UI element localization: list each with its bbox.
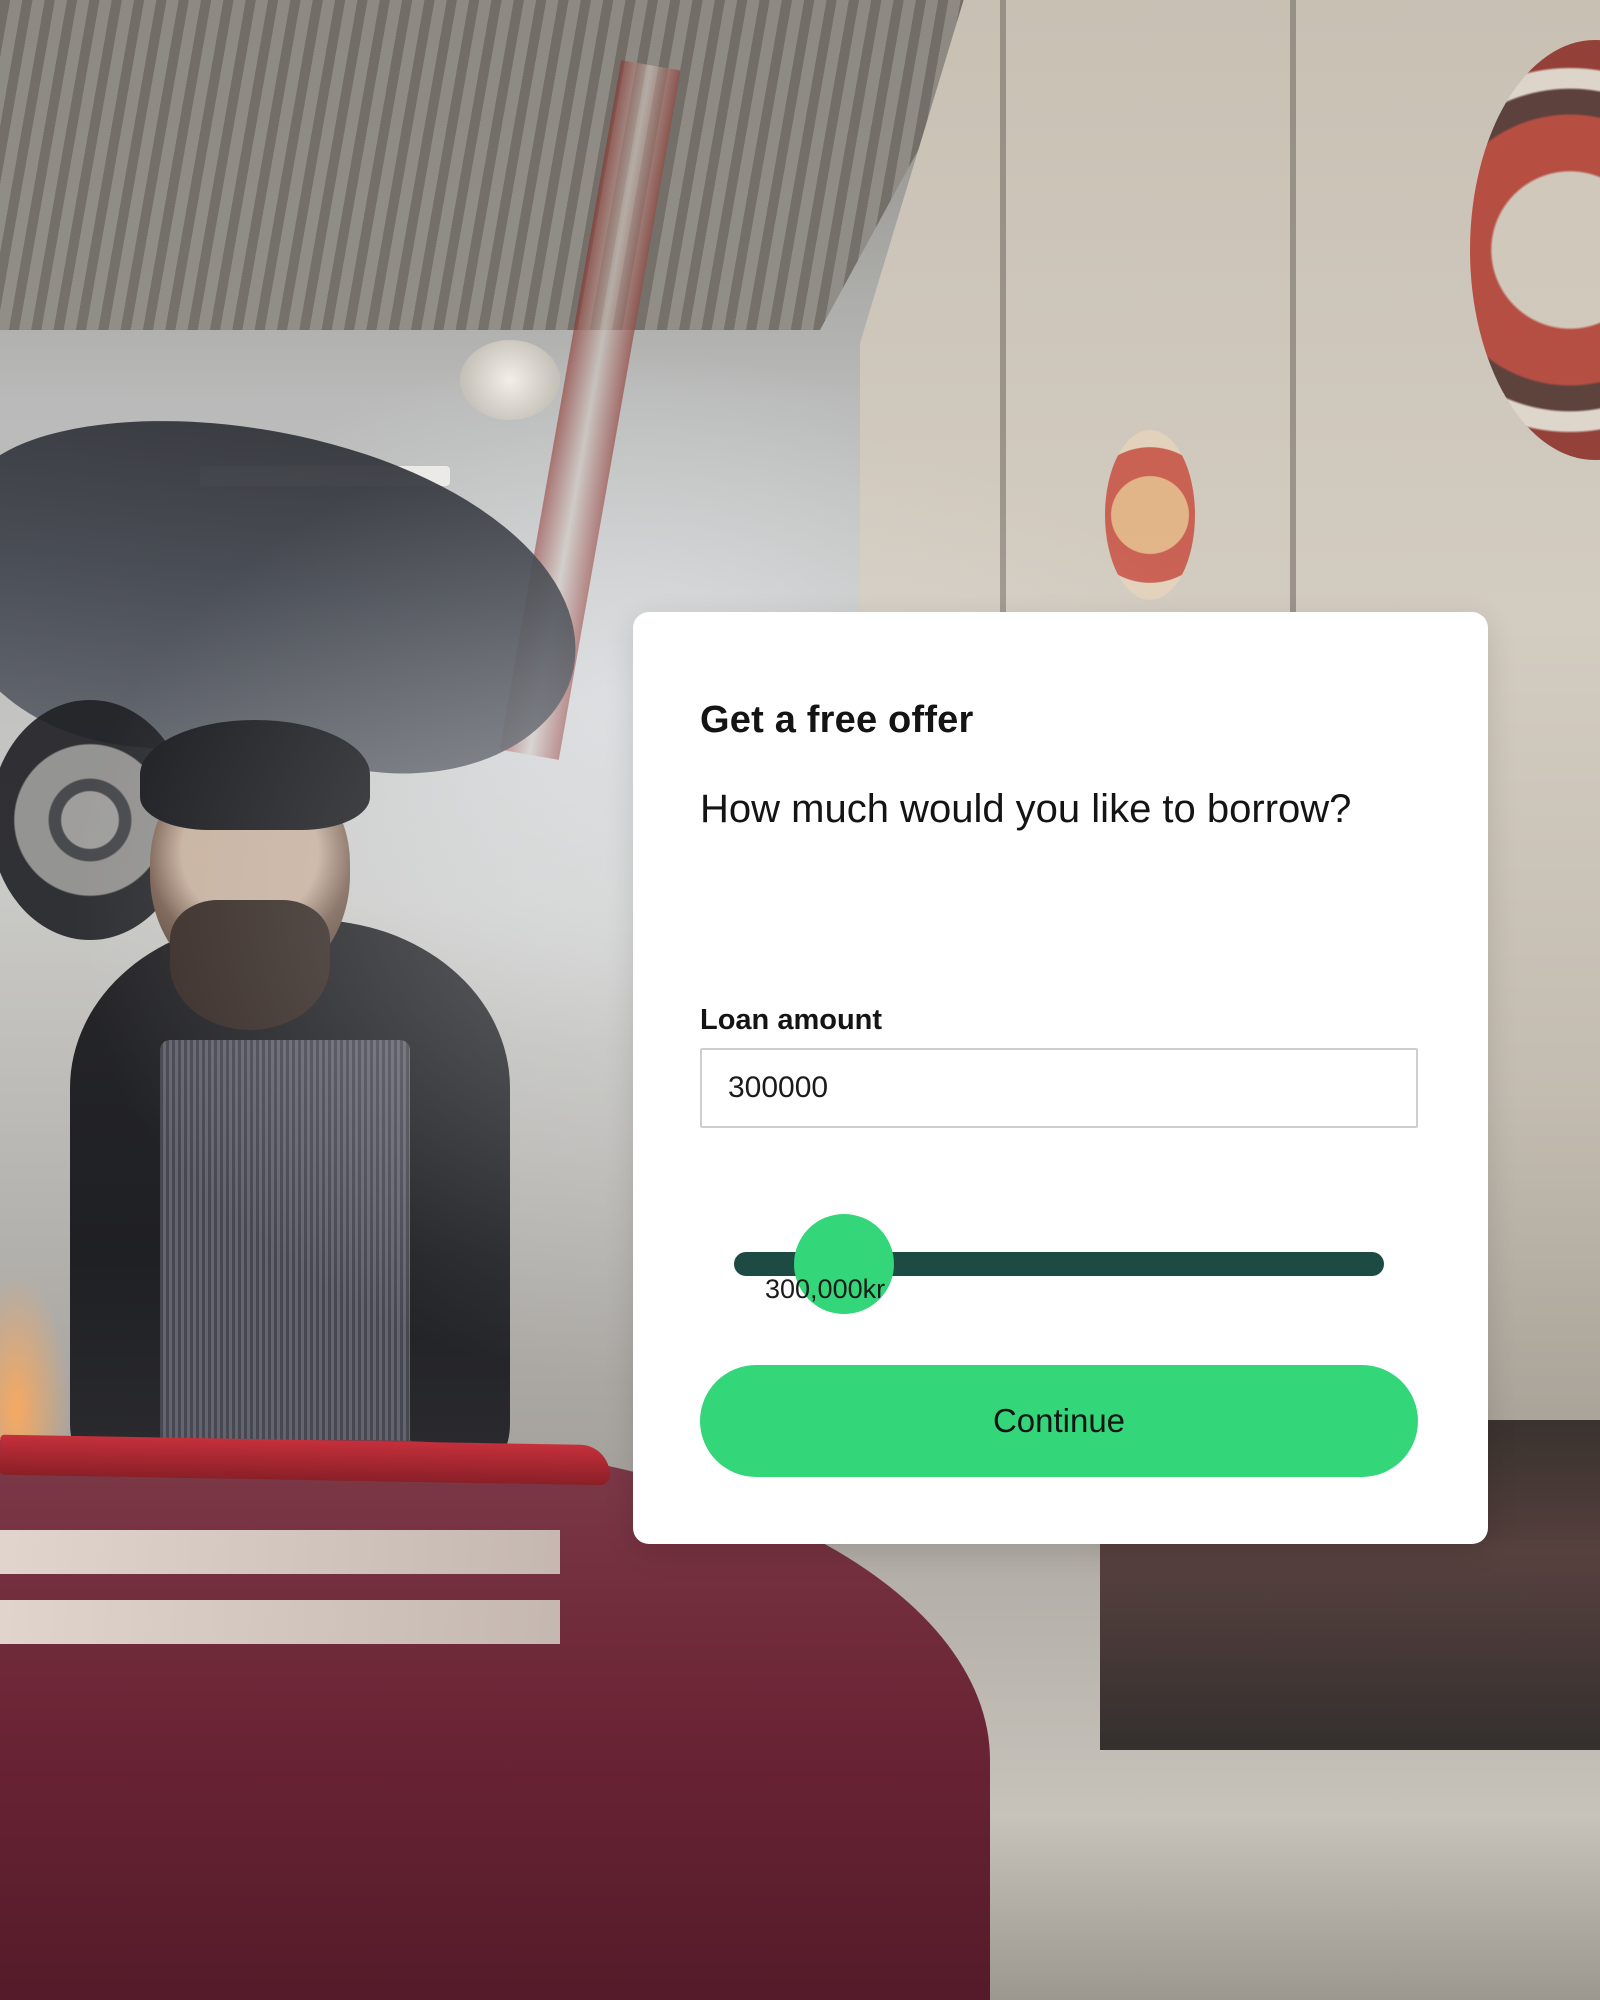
borrow-question: How much would you like to borrow?: [700, 787, 1352, 831]
slider-value-label: 300,000kr: [765, 1274, 886, 1304]
continue-button[interactable]: Continue: [700, 1365, 1418, 1477]
offer-title: Get a free offer: [700, 699, 974, 741]
loan-amount-input[interactable]: [700, 1048, 1418, 1128]
loan-amount-label: Loan amount: [700, 1004, 883, 1036]
offer-card: Get a free offer How much would you like…: [633, 612, 1488, 1544]
